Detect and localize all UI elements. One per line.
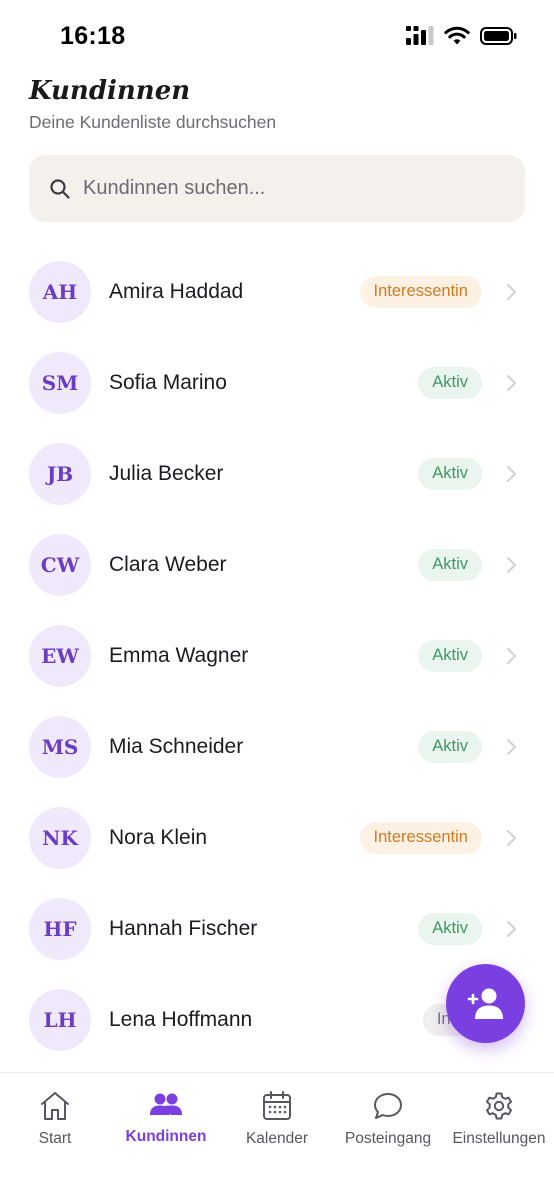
add-user-icon [467,988,503,1019]
customer-name: Emma Wagner [109,643,249,667]
avatar: JB [29,442,91,505]
page-header: Kundinnen Deine Kundenliste durchsuchen [29,76,276,133]
tab-label: Einstellungen [452,1130,546,1147]
avatar: EW [29,624,91,687]
users-icon [150,1093,182,1115]
page-title: Kundinnen [29,76,191,106]
chevron-right-icon [507,738,516,755]
customer-name: Sofia Marino [109,370,227,394]
status-badge: Aktiv [418,366,482,399]
customer-row[interactable]: AH Amira Haddad Interessentin [0,246,554,337]
customer-row[interactable]: NK Nora Klein Interessentin [0,792,554,883]
chevron-right-icon [507,920,516,937]
chat-bubble-icon [374,1093,402,1119]
customer-name: Amira Haddad [109,279,244,303]
tab-label: Posteingang [344,1130,432,1147]
customer-name: Hannah Fischer [109,916,258,940]
search-icon [50,178,70,199]
add-customer-button[interactable] [446,964,525,1043]
home-icon [41,1092,69,1120]
wifi-icon [444,26,470,45]
customer-list: AH Amira Haddad Interessentin SM Sofia Marin… [0,246,554,1065]
status-time: 16:18 [60,22,126,50]
customer-row[interactable]: JB Julia Becker Aktiv [0,428,554,519]
tab-kalender[interactable]: Kalender [222,1091,332,1148]
chevron-right-icon [507,374,516,391]
tab-label: Start [38,1130,72,1147]
status-badge: Aktiv [418,730,482,763]
tab-label: Kundinnen [125,1128,207,1145]
status-badge: Interessentin [359,821,482,854]
status-badge: Aktiv [418,457,482,490]
customer-row[interactable]: MS Mia Schneider Aktiv [0,701,554,792]
customer-name: Lena Hoffmann [109,1007,253,1031]
tab-kundinnen[interactable]: Kundinnen [111,1091,221,1146]
customer-row[interactable]: CW Clara Weber Aktiv [0,519,554,610]
avatar: CW [29,533,91,596]
status-badge: Aktiv [418,548,482,581]
avatar: NK [29,806,91,869]
search-box[interactable] [29,155,525,222]
avatar: HF [29,897,91,960]
chevron-right-icon [507,829,516,846]
status-badge: Aktiv [418,912,482,945]
customer-row[interactable]: SM Sofia Marino Aktiv [0,337,554,428]
status-bar: 16:18 [0,0,554,74]
customer-name: Julia Becker [109,461,224,485]
calendar-icon [263,1091,291,1120]
customer-name: Clara Weber [109,552,227,576]
battery-icon [480,27,517,45]
tab-posteingang[interactable]: Posteingang [333,1091,443,1148]
customer-name: Nora Klein [109,825,208,849]
status-badge: Aktiv [418,639,482,672]
customer-row[interactable]: HF Hannah Fischer Aktiv [0,883,554,974]
chevron-right-icon [507,283,516,300]
status-badge: Interessentin [359,275,482,308]
customer-row[interactable]: EW Emma Wagner Aktiv [0,610,554,701]
avatar: LH [29,988,91,1051]
chevron-right-icon [507,647,516,664]
customer-name: Mia Schneider [109,734,244,758]
avatar: AH [29,260,91,323]
chevron-right-icon [507,465,516,482]
page-subtitle: Deine Kundenliste durchsuchen [29,112,277,132]
avatar: SM [29,351,91,414]
chevron-right-icon [507,556,516,573]
tab-start[interactable]: Start [0,1091,110,1148]
gear-icon [486,1092,512,1120]
avatar: MS [29,715,91,778]
status-icons [406,26,518,46]
tab-einstellungen[interactable]: Einstellungen [444,1091,554,1148]
search-input[interactable] [83,177,503,200]
tab-label: Kalender [245,1130,309,1147]
cellular-signal-icon [406,26,434,45]
tab-bar: Start Kundinnen Kalender Posteingang Ein… [0,1072,554,1200]
